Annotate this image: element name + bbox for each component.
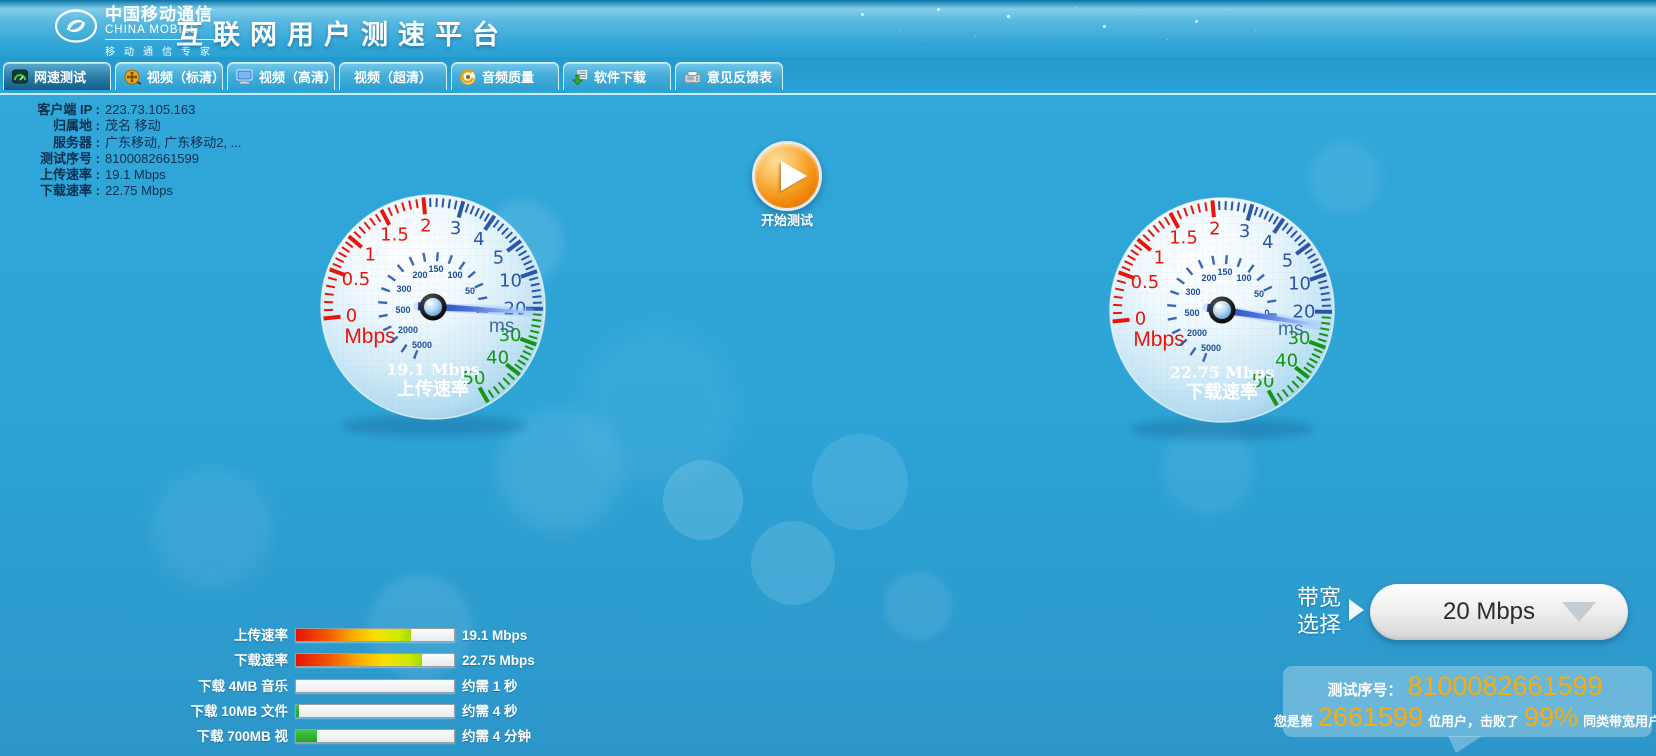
svg-text:2000: 2000 [1187,328,1207,338]
download-icon [572,69,588,85]
svg-text:40: 40 [486,347,509,368]
svg-text:2: 2 [1209,218,1220,239]
info-row-download-speed: 下载速率 : 22.75 Mbps [8,183,242,199]
svg-text:1.5: 1.5 [1169,228,1198,249]
header: 中国移动通信 CHINA MOBILE 移动通信专家 互联网用户测速平台 [0,0,1656,57]
svg-text:10: 10 [1288,273,1311,294]
svg-text:1: 1 [1153,247,1164,268]
info-row-test-serial: 测试序号 : 8100082661599 [8,151,242,167]
svg-text:10: 10 [499,270,522,291]
svg-text:5000: 5000 [1201,343,1221,353]
info-row-upload-speed: 上传速率 : 19.1 Mbps [8,167,242,183]
bandwidth-dropdown[interactable]: 20 Mbps [1370,584,1628,640]
bandwidth-arrow-icon [1349,599,1364,621]
tab-software-download[interactable]: 软件下载 [563,62,671,90]
stats-serial-line: 测试序号： 8100082661599 [1327,671,1607,702]
download-progress-bar [295,653,455,667]
bandwidth-select-label: 带宽 选择 [1297,584,1341,638]
audio-disc-icon [460,69,476,85]
svg-text:0: 0 [346,306,357,327]
stats-serial-number: 8100082661599 [1402,671,1607,702]
tab-feedback-form[interactable]: 意见反馈表 [675,62,783,90]
upload-progress-bar [295,628,455,642]
speedtest-page: 中国移动通信 CHINA MOBILE 移动通信专家 互联网用户测速平台 网速测… [0,0,1656,756]
tab-video-uhd[interactable]: 视频（超清） [339,62,447,90]
svg-text:300: 300 [1185,287,1200,297]
svg-text:3: 3 [1239,221,1250,242]
svg-text:上传速率: 上传速率 [397,378,469,399]
start-test-button[interactable] [752,141,822,211]
file-progress-bar [295,704,455,718]
start-test-label: 开始测试 [747,210,827,229]
client-ip-value: 223.73.105.163 [100,102,195,118]
stats-bubble: 测试序号： 8100082661599 您是第 2661599 位用户，击败了 … [1283,666,1652,737]
svg-text:200: 200 [1201,273,1216,283]
stats-percent: 99% [1519,702,1583,733]
location-value: 茂名 移动 [100,118,161,134]
monitor-icon [236,69,253,84]
test-serial-value: 8100082661599 [100,151,199,167]
svg-text:3: 3 [450,218,461,239]
tab-speed-test[interactable]: 网速测试 [3,62,111,90]
stats-rank-number: 2661599 [1313,702,1428,733]
svg-text:ms: ms [489,316,514,337]
info-row-server: 服务器 : 广东移动, 广东移动2, ... [8,135,242,151]
svg-text:500: 500 [1184,308,1199,318]
chevron-down-icon [1562,602,1596,622]
bandwidth-selected-value: 20 Mbps [1443,598,1535,626]
info-row-client-ip: 客户端 IP : 223.73.105.163 [8,102,242,118]
svg-text:0.5: 0.5 [342,269,371,290]
svg-text:22.75 Mbps: 22.75 Mbps [1170,363,1275,382]
svg-text:500: 500 [395,305,410,315]
download-speed-gauge: 00.511.523451020304050Mbps05010015020030… [1097,188,1347,453]
svg-text:300: 300 [396,284,411,294]
stats-rank-line: 您是第 2661599 位用户，击败了 99% 同类带宽用户 [1274,702,1656,733]
svg-text:下载速率: 下载速率 [1186,381,1258,402]
svg-text:150: 150 [428,264,443,274]
svg-text:50: 50 [1254,289,1264,299]
svg-text:50: 50 [465,286,475,296]
stats-bubble-tail [1448,736,1482,753]
svg-text:19.1 Mbps: 19.1 Mbps [386,360,480,379]
tab-video-hd[interactable]: 视频（高清） [227,62,335,90]
fax-icon [684,70,701,84]
svg-text:2: 2 [420,215,431,236]
server-value: 广东移动, 广东移动2, ... [100,135,242,151]
client-info-panel: 客户端 IP : 223.73.105.163 归属地 : 茂名 移动 服务器 … [8,102,242,200]
svg-text:5: 5 [493,248,504,269]
svg-text:1.5: 1.5 [380,225,409,246]
upload-speed-value: 19.1 Mbps [100,167,166,183]
header-sparkles [0,0,1,1]
svg-text:5000: 5000 [412,340,432,350]
tab-bar: 网速测试 视频（标清） 视频（高清） 视频（超清） 音频质量 软件下载 意见反馈… [0,57,1656,95]
tab-video-sd[interactable]: 视频（标清） [115,62,223,90]
tab-audio-quality[interactable]: 音频质量 [451,62,559,90]
play-icon [781,161,807,191]
svg-text:100: 100 [447,270,462,280]
speedometer-icon [12,69,28,84]
svg-text:4: 4 [1262,232,1273,253]
svg-text:2000: 2000 [398,325,418,335]
svg-text:40: 40 [1275,350,1298,371]
china-mobile-logo-icon [54,8,98,49]
download-speed-value: 22.75 Mbps [100,183,173,199]
svg-text:150: 150 [1217,267,1232,277]
film-reel-icon [124,69,141,85]
video-progress-bar [295,729,455,743]
svg-text:0.5: 0.5 [1131,272,1160,293]
music-progress-bar [295,679,455,693]
svg-text:5: 5 [1282,251,1293,272]
info-row-location: 归属地 : 茂名 移动 [8,118,242,134]
svg-text:1: 1 [364,244,375,265]
svg-text:100: 100 [1236,273,1251,283]
svg-text:0: 0 [1135,309,1146,330]
page-title: 互联网用户测速平台 [176,13,509,52]
upload-speed-gauge: 00.511.523451020304050Mbps05010015020030… [308,185,558,450]
svg-text:200: 200 [412,270,427,280]
svg-text:4: 4 [473,229,484,250]
